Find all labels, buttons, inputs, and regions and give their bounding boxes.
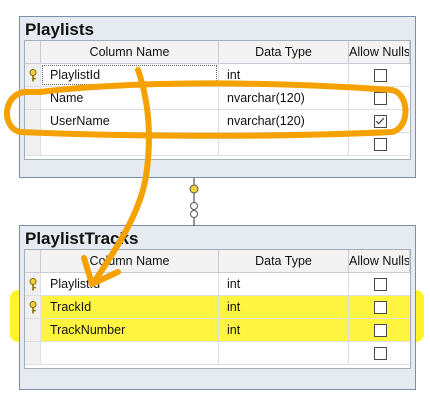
row-selector[interactable] [25, 296, 41, 318]
allow-nulls-cell[interactable] [349, 273, 410, 295]
table-row[interactable]: PlaylistId int [25, 273, 410, 296]
playlisttracks-table[interactable]: PlaylistTracks Column Name Data Type All… [19, 225, 416, 390]
row-selector[interactable] [25, 342, 41, 364]
allow-nulls-cell[interactable] [349, 87, 410, 109]
data-type-header: Data Type [219, 250, 349, 272]
data-type-cell[interactable] [219, 342, 349, 364]
allow-nulls-cell[interactable] [349, 64, 410, 86]
column-name-cell[interactable]: PlaylistId [41, 273, 219, 295]
allow-nulls-cell[interactable] [349, 110, 410, 132]
data-type-cell[interactable]: int [219, 64, 349, 86]
column-name-cell[interactable] [41, 342, 219, 364]
row-selector[interactable] [25, 133, 41, 155]
cell-focus-border [42, 65, 217, 85]
new-column-row[interactable] [25, 133, 410, 156]
data-type-cell[interactable]: int [219, 296, 349, 318]
column-grid: Column Name Data Type Allow Nulls Playli… [24, 249, 411, 369]
allow-nulls-checkbox[interactable] [373, 138, 387, 151]
grid-header-row: Column Name Data Type Allow Nulls [25, 250, 410, 273]
column-name-cell[interactable]: Name [41, 87, 219, 109]
relationship-key-icon [189, 184, 199, 194]
data-type-cell[interactable] [219, 133, 349, 155]
data-type-cell[interactable]: int [219, 273, 349, 295]
table-row[interactable]: TrackNumber int [25, 319, 410, 342]
table-row[interactable]: TrackId int [25, 296, 410, 319]
primary-key-icon [29, 278, 37, 291]
allow-nulls-checkbox[interactable] [373, 69, 387, 82]
infinity-end-icon [190, 202, 198, 210]
allow-nulls-cell[interactable] [349, 319, 410, 341]
primary-key-icon [29, 69, 37, 82]
row-selector-header [25, 41, 41, 63]
allow-nulls-checkbox[interactable] [373, 347, 387, 360]
allow-nulls-cell[interactable] [349, 342, 410, 364]
allow-nulls-cell[interactable] [349, 133, 410, 155]
column-name-header: Column Name [41, 41, 219, 63]
allow-nulls-checkbox[interactable] [373, 278, 387, 291]
data-type-cell[interactable]: nvarchar(120) [219, 87, 349, 109]
row-selector[interactable] [25, 64, 41, 86]
column-name-cell[interactable]: TrackId [41, 296, 219, 318]
data-type-header: Data Type [219, 41, 349, 63]
column-name-cell[interactable]: TrackNumber [41, 319, 219, 341]
allow-nulls-header: Allow Nulls [349, 41, 410, 63]
playlists-table[interactable]: Playlists Column Name Data Type Allow Nu… [19, 16, 416, 178]
data-type-cell[interactable]: int [219, 319, 349, 341]
column-name-cell[interactable]: UserName [41, 110, 219, 132]
table-row[interactable]: UserName nvarchar(120) [25, 110, 410, 133]
new-column-row[interactable] [25, 342, 410, 365]
allow-nulls-checkbox[interactable] [373, 324, 387, 337]
row-selector[interactable] [25, 273, 41, 295]
allow-nulls-header: Allow Nulls [349, 250, 410, 272]
infinity-end-icon [190, 210, 198, 218]
allow-nulls-checkbox[interactable] [373, 92, 387, 105]
row-selector-header [25, 250, 41, 272]
column-name-cell[interactable] [41, 133, 219, 155]
allow-nulls-checkbox[interactable] [373, 115, 387, 128]
column-grid: Column Name Data Type Allow Nulls Playli… [24, 40, 411, 160]
allow-nulls-cell[interactable] [349, 296, 410, 318]
row-selector[interactable] [25, 319, 41, 341]
column-name-cell[interactable]: PlaylistId [41, 64, 219, 86]
grid-header-row: Column Name Data Type Allow Nulls [25, 41, 410, 64]
row-selector[interactable] [25, 110, 41, 132]
table-row[interactable]: PlaylistId int [25, 64, 410, 87]
column-name-header: Column Name [41, 250, 219, 272]
primary-key-icon [29, 301, 37, 314]
data-type-cell[interactable]: nvarchar(120) [219, 110, 349, 132]
table-row[interactable]: Name nvarchar(120) [25, 87, 410, 110]
row-selector[interactable] [25, 87, 41, 109]
allow-nulls-checkbox[interactable] [373, 301, 387, 314]
